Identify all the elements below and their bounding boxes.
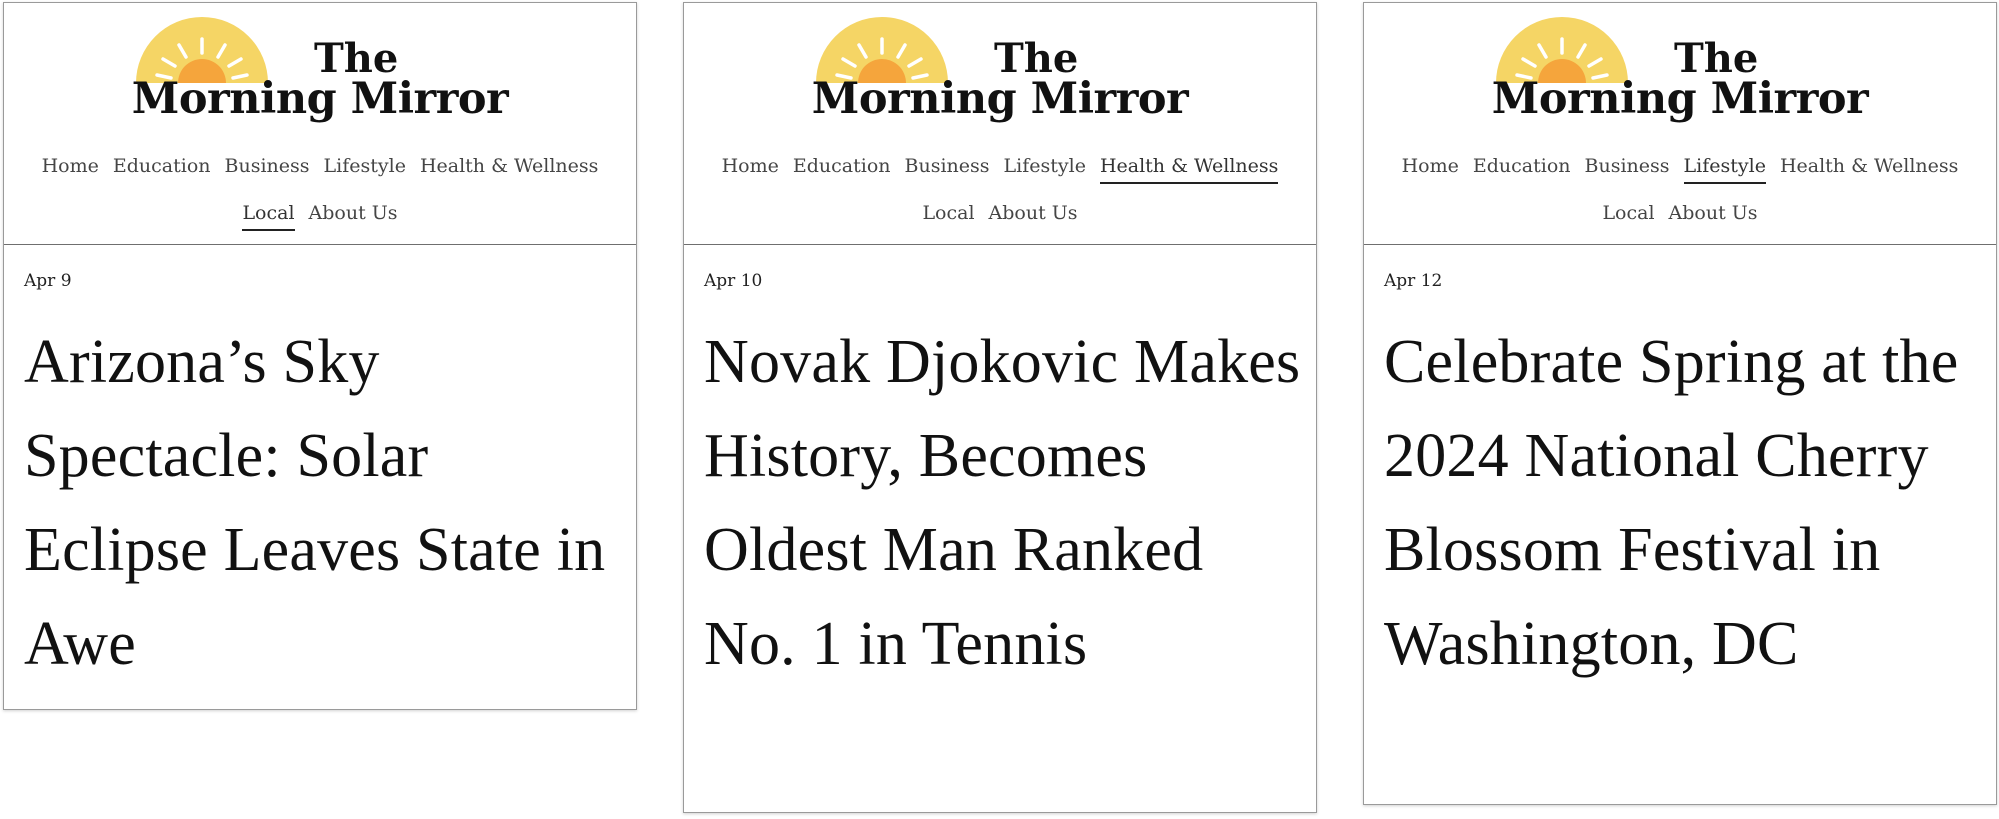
nav-item-lifestyle[interactable]: Lifestyle [1004, 153, 1086, 182]
article-card: The Morning Mirror Home Education Business… [683, 2, 1317, 813]
article-date: Apr 10 [704, 271, 763, 291]
nav-item-home[interactable]: Home [722, 153, 779, 182]
main-nav: Home Education Business Lifestyle Health & W… [1364, 143, 1996, 237]
nav-item-business[interactable]: Business [225, 153, 310, 182]
nav-item-home[interactable]: Home [1402, 153, 1459, 182]
site-title-line1: The [1674, 35, 1759, 82]
nav-item-local[interactable]: Local [242, 200, 295, 231]
article-body: Apr 9 Arizona’s Sky Spectacle: Solar Ecl… [4, 245, 636, 697]
site-title-line2: Morning Mirror [1491, 74, 1869, 124]
main-nav: Home Education Business Lifestyle Health & W… [4, 143, 636, 237]
nav-item-business[interactable]: Business [905, 153, 990, 182]
site-title-line1: The [994, 35, 1079, 82]
article-headline[interactable]: Arizona’s Sky Spectacle: Solar Eclipse L… [24, 305, 624, 697]
site-title: The Morning Mirror [808, 35, 1192, 124]
nav-item-health-wellness[interactable]: Health & Wellness [1780, 153, 1958, 182]
site-logo[interactable]: The Morning Mirror [128, 13, 512, 131]
nav-item-education[interactable]: Education [113, 153, 211, 182]
article-date: Apr 12 [1384, 271, 1443, 291]
site-title: The Morning Mirror [1488, 35, 1872, 124]
nav-item-local[interactable]: Local [1602, 200, 1654, 229]
nav-item-about-us[interactable]: About Us [989, 200, 1078, 229]
article-body: Apr 12 Celebrate Spring at the 2024 Nati… [1364, 245, 1996, 697]
article-headline[interactable]: Novak Djokovic Makes History, Becomes Ol… [704, 305, 1304, 697]
nav-item-home[interactable]: Home [42, 153, 99, 182]
site-logo[interactable]: The Morning Mirror [1488, 13, 1872, 131]
article-date: Apr 9 [24, 271, 72, 291]
main-nav: Home Education Business Lifestyle Health & W… [684, 143, 1316, 237]
nav-item-lifestyle[interactable]: Lifestyle [1683, 153, 1766, 184]
nav-item-education[interactable]: Education [793, 153, 891, 182]
article-headline[interactable]: Celebrate Spring at the 2024 National Ch… [1384, 305, 1984, 697]
site-header: The Morning Mirror Home Education Business… [1364, 3, 1996, 245]
site-title-line2: Morning Mirror [131, 74, 509, 124]
site-logo[interactable]: The Morning Mirror [808, 13, 1192, 131]
site-title-line2: Morning Mirror [811, 74, 1189, 124]
nav-item-about-us[interactable]: About Us [309, 200, 398, 229]
nav-item-local[interactable]: Local [922, 200, 974, 229]
nav-item-education[interactable]: Education [1473, 153, 1571, 182]
site-title-line1: The [314, 35, 399, 82]
article-card: The Morning Mirror Home Education Business… [1363, 2, 1997, 805]
site-header: The Morning Mirror Home Education Business… [4, 3, 636, 245]
article-card: The Morning Mirror Home Education Business… [3, 2, 637, 710]
site-title: The Morning Mirror [128, 35, 512, 124]
nav-item-about-us[interactable]: About Us [1669, 200, 1758, 229]
site-header: The Morning Mirror Home Education Business… [684, 3, 1316, 245]
nav-item-business[interactable]: Business [1585, 153, 1670, 182]
nav-item-health-wellness[interactable]: Health & Wellness [1099, 153, 1279, 184]
nav-item-health-wellness[interactable]: Health & Wellness [420, 153, 598, 182]
article-body: Apr 10 Novak Djokovic Makes History, Bec… [684, 245, 1316, 697]
nav-item-lifestyle[interactable]: Lifestyle [324, 153, 406, 182]
